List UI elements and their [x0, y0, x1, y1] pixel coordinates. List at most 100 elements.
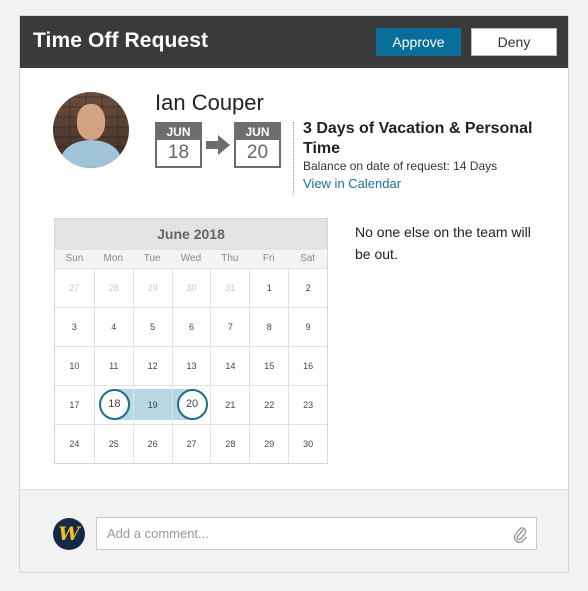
calendar-day-number: 14	[225, 361, 236, 371]
calendar-day[interactable]: 15	[249, 346, 289, 385]
divider	[293, 122, 294, 194]
end-month: JUN	[236, 124, 279, 140]
calendar-day[interactable]: 25	[93, 424, 133, 463]
day-of-week-label: Sat	[300, 253, 316, 264]
calendar-day[interactable]: 13	[171, 346, 211, 385]
calendar-day-number: 27	[186, 439, 197, 449]
start-date-box: JUN 18	[155, 122, 202, 168]
calendar-day-number: 27	[69, 283, 80, 293]
calendar-day[interactable]: 16	[288, 346, 327, 385]
calendar-day-number: 4	[111, 322, 117, 332]
calendar-day[interactable]: 27	[55, 268, 94, 307]
calendar-day[interactable]: 28	[93, 268, 133, 307]
avatar	[53, 92, 129, 168]
calendar-day-number: 30	[186, 283, 197, 293]
mini-calendar: June 2018 Sun Mon Tue Wed Thu Fri Sat 27 28 29 30…	[54, 218, 328, 464]
calendar-day-number: 5	[150, 322, 156, 332]
calendar-day[interactable]: 14	[210, 346, 250, 385]
selected-end-day[interactable]: 20	[176, 389, 208, 420]
calendar-day[interactable]: 23	[288, 385, 327, 424]
calendar-day-number: 3	[71, 322, 77, 332]
calendar-day-number: 10	[69, 361, 80, 371]
day-of-week-header: Sun Mon Tue Wed Thu Fri Sat	[55, 250, 327, 268]
calendar-day-number: 21	[225, 400, 236, 410]
calendar-day[interactable]: 4	[93, 307, 133, 346]
calendar-day[interactable]: 29	[249, 424, 289, 463]
calendar-day-number: 8	[266, 322, 272, 332]
calendar-day[interactable]: 8	[249, 307, 289, 346]
calendar-day[interactable]: 21	[210, 385, 250, 424]
calendar-day[interactable]: 18	[93, 385, 133, 424]
arrow-right-icon	[206, 135, 230, 155]
calendar-day[interactable]: 9	[288, 307, 327, 346]
calendar-day[interactable]: 20	[171, 385, 211, 424]
calendar-day[interactable]: 6	[171, 307, 211, 346]
calendar-day[interactable]: 24	[55, 424, 94, 463]
calendar-day-number: 6	[188, 322, 194, 332]
company-logo: W	[53, 518, 85, 550]
team-availability-note: No one else on the team will be out.	[355, 224, 531, 262]
day-of-week-label: Fri	[262, 253, 275, 264]
calendar-day-number: 7	[227, 322, 233, 332]
calendar-grid: 27 28 29 30 31 1 2 3 4 5 6 7 8 9 10 11 12 13 14 15 16 17 18 19 2…	[55, 268, 327, 463]
time-off-request-card: Time Off Request Approve Deny Ian Couper…	[19, 15, 569, 573]
day-of-week-label: Thu	[221, 253, 239, 264]
view-in-calendar-link[interactable]: View in Calendar	[303, 176, 401, 191]
calendar-day[interactable]: 28	[210, 424, 250, 463]
calendar-day-number: 12	[147, 361, 158, 371]
paperclip-icon[interactable]	[513, 525, 527, 543]
calendar-day-number: 28	[225, 439, 236, 449]
calendar-day[interactable]: 7	[210, 307, 250, 346]
calendar-day-number: 23	[303, 400, 314, 410]
calendar-day-number: 29	[264, 439, 275, 449]
calendar-day[interactable]: 12	[132, 346, 172, 385]
comment-footer: W Add a comment...	[20, 489, 568, 572]
calendar-day[interactable]: 29	[132, 268, 172, 307]
employee-name: Ian Couper	[155, 90, 264, 115]
balance-text: Balance on date of request: 14 Days	[303, 159, 498, 173]
day-of-week-label: Mon	[103, 253, 123, 264]
calendar-day-number: 31	[225, 283, 236, 293]
deny-button[interactable]: Deny	[471, 28, 557, 56]
calendar-day[interactable]: 3	[55, 307, 94, 346]
end-date-box: JUN 20	[234, 122, 281, 168]
calendar-day[interactable]: 31	[210, 268, 250, 307]
card-header: Time Off Request Approve Deny	[20, 16, 568, 68]
selected-start-day[interactable]: 18	[98, 389, 130, 420]
calendar-day[interactable]: 26	[132, 424, 172, 463]
page-title: Time Off Request	[33, 29, 209, 52]
calendar-day-number: 22	[264, 400, 275, 410]
calendar-day-number: 19	[147, 400, 158, 410]
comment-input[interactable]: Add a comment...	[96, 517, 537, 550]
calendar-day[interactable]: 17	[55, 385, 94, 424]
calendar-day[interactable]: 5	[132, 307, 172, 346]
calendar-day[interactable]: 11	[93, 346, 133, 385]
calendar-day-number: 2	[305, 283, 311, 293]
calendar-day-number: 17	[69, 400, 80, 410]
calendar-day[interactable]: 19	[132, 385, 172, 424]
calendar-day[interactable]: 1	[249, 268, 289, 307]
calendar-day-number: 29	[147, 283, 158, 293]
calendar-day-number: 9	[305, 322, 311, 332]
approve-button[interactable]: Approve	[376, 28, 461, 56]
calendar-day-number: 13	[186, 361, 197, 371]
calendar-day-number: 30	[303, 439, 314, 449]
calendar-day[interactable]: 22	[249, 385, 289, 424]
calendar-day[interactable]: 2	[288, 268, 327, 307]
calendar-day[interactable]: 10	[55, 346, 94, 385]
end-day: 20	[246, 142, 269, 163]
calendar-day-number: 16	[303, 361, 314, 371]
day-of-week-label: Tue	[143, 253, 161, 264]
calendar-day[interactable]: 30	[171, 268, 211, 307]
start-month: JUN	[157, 124, 200, 140]
request-summary: 3 Days of Vacation & Personal Time	[303, 120, 533, 157]
start-day: 18	[167, 142, 190, 163]
calendar-day-number: 15	[264, 361, 275, 371]
day-of-week-label: Sun	[65, 253, 84, 264]
calendar-day-number: 11	[109, 361, 119, 371]
calendar-day[interactable]: 27	[171, 424, 211, 463]
calendar-day-number: 25	[108, 439, 119, 449]
calendar-title: June 2018	[55, 219, 327, 250]
calendar-day[interactable]: 30	[288, 424, 327, 463]
calendar-day-number: 26	[147, 439, 158, 449]
